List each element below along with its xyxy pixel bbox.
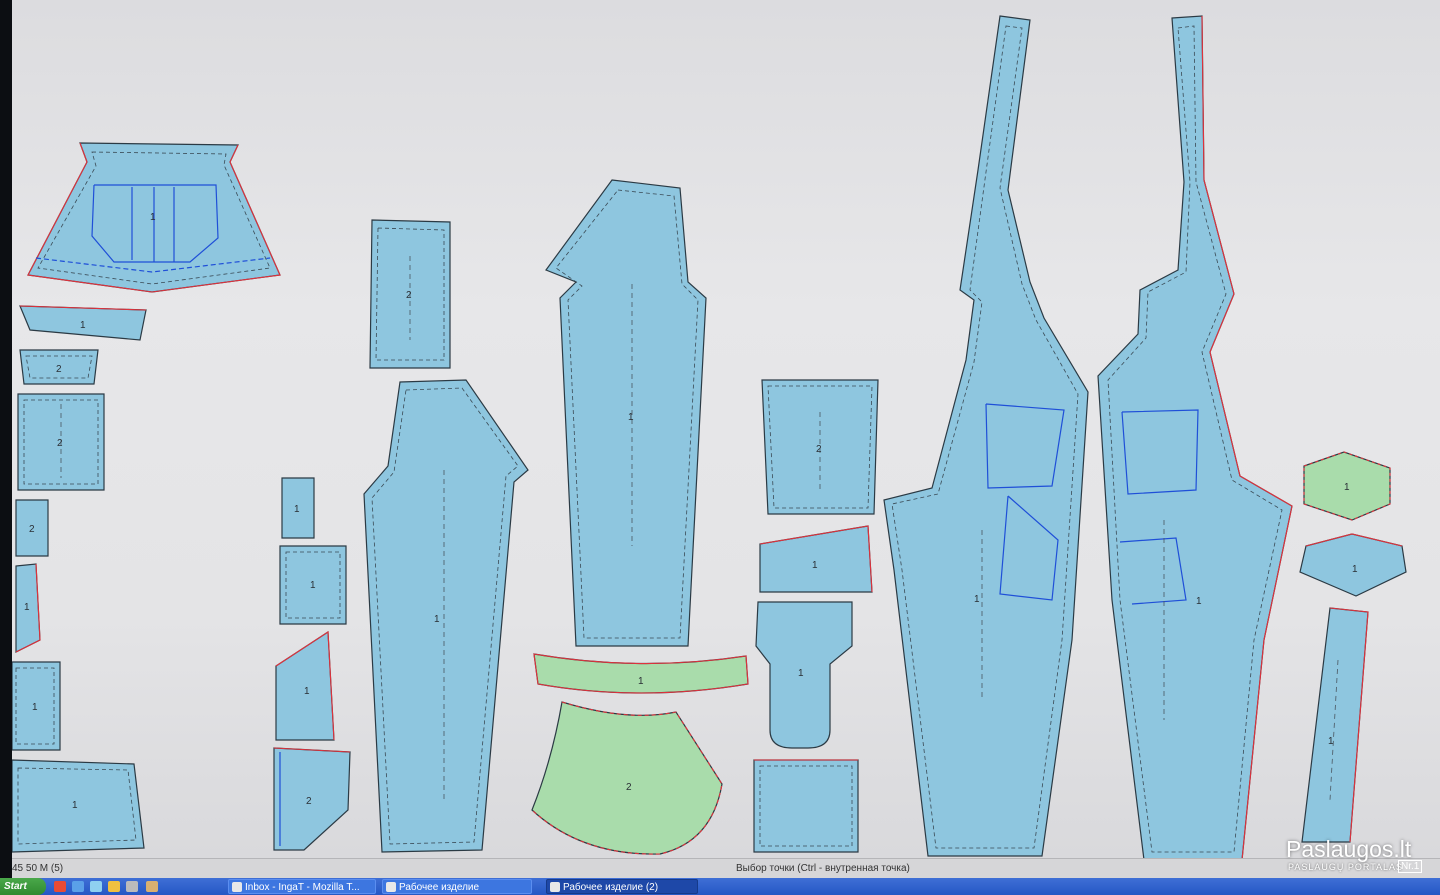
pattern-piece-tiny-1[interactable]: 1 — [281, 477, 315, 539]
mail-icon — [232, 882, 242, 892]
pattern-piece-trap-1[interactable]: 1 — [759, 525, 873, 593]
watermark: Paslaugos.lt PASLAUGŲ PORTALAS Nr.1 — [1286, 836, 1436, 876]
browser-icon[interactable] — [54, 881, 66, 892]
taskbar: Start Inbox - IngaT - Mozilla T... Рабоч… — [0, 878, 1440, 895]
piece-number: 1 — [628, 412, 634, 423]
task-label: Inbox - IngaT - Mozilla T... — [245, 882, 360, 893]
piece-number: 2 — [306, 796, 312, 807]
piece-number: 1 — [812, 560, 818, 571]
pattern-piece-long-strip[interactable]: 1 — [1301, 607, 1369, 843]
pattern-piece-base-1[interactable] — [753, 759, 859, 853]
pattern-piece-front-left[interactable]: 1 — [883, 15, 1089, 857]
watermark-logo: Paslaugos.lt — [1286, 836, 1412, 862]
pattern-piece-hex-blue[interactable]: 1 — [1299, 533, 1407, 597]
piece-number: 1 — [24, 602, 30, 613]
pattern-piece-pocket-bag-2[interactable]: 2 — [761, 379, 879, 515]
pattern-piece-strip-2[interactable]: 2 — [15, 499, 49, 557]
task-button-workpiece[interactable]: Рабочее изделие — [382, 879, 532, 894]
pattern-piece-small-rect-b[interactable]: 2 — [19, 349, 99, 385]
pattern-piece-yoke[interactable]: 1 — [27, 142, 281, 293]
piece-number: 1 — [1344, 482, 1350, 493]
pattern-piece-leg-a[interactable]: 1 — [363, 379, 529, 853]
piece-number: 2 — [56, 364, 62, 375]
pattern-piece-tall-rect-2[interactable]: 2 — [369, 219, 451, 369]
archive-icon[interactable] — [146, 881, 158, 892]
pattern-piece-leg-b[interactable]: 1 — [545, 179, 707, 647]
task-label: Рабочее изделие (2) — [563, 882, 659, 893]
piece-number: 2 — [29, 524, 35, 535]
pattern-piece-sq-1[interactable]: 1 — [279, 545, 347, 625]
folder-icon[interactable] — [108, 881, 120, 892]
pattern-piece-waistband[interactable]: 1 — [533, 653, 749, 694]
pattern-piece-slant-2[interactable]: 2 — [273, 747, 351, 851]
piece-number: 1 — [80, 320, 86, 331]
piece-number: 1 — [1328, 736, 1334, 747]
piece-number: 1 — [32, 702, 38, 713]
piece-number: 1 — [974, 594, 980, 605]
pattern-piece-rect-1[interactable]: 1 — [12, 661, 61, 751]
piece-number: 2 — [626, 782, 632, 793]
pattern-piece-fly-1[interactable]: 1 — [755, 601, 853, 749]
app-icon — [386, 882, 396, 892]
piece-number: 1 — [1352, 564, 1358, 575]
pattern-piece-pocket-2[interactable]: 2 — [17, 393, 105, 491]
watermark-subtitle: PASLAUGŲ PORTALAS — [1288, 862, 1404, 872]
piece-number: 1 — [310, 580, 316, 591]
cad-workspace[interactable]: 1 1 2 2 2 1 1 1 2 1 1 1 2 1 1 1 2 2 1 1 … — [12, 0, 1440, 878]
pattern-piece-slant-1[interactable]: 1 — [275, 630, 335, 741]
task-label: Рабочее изделие — [399, 882, 480, 893]
status-bar: 45 50 M (5) Выбор точки (Ctrl - внутренн… — [12, 858, 1440, 878]
piece-number: 1 — [72, 800, 78, 811]
pattern-piece-small-rect-a[interactable]: 1 — [19, 305, 147, 341]
pattern-piece-strip-1[interactable]: 1 — [15, 563, 41, 653]
explorer-icon[interactable] — [72, 881, 84, 892]
pattern-piece-hex-green[interactable]: 1 — [1303, 451, 1391, 521]
piece-number: 2 — [406, 290, 412, 301]
piece-number: 1 — [150, 212, 156, 223]
piece-number: 1 — [798, 668, 804, 679]
piece-number: 2 — [816, 444, 822, 455]
camera-icon[interactable] — [126, 881, 138, 892]
pattern-canvas[interactable]: 1 1 2 2 2 1 1 1 2 1 1 1 2 1 1 1 2 2 1 1 … — [12, 0, 1440, 878]
status-hint-text: Выбор точки (Ctrl - внутренная точка) — [736, 863, 910, 874]
pattern-piece-front-right[interactable]: 1 — [1097, 15, 1293, 861]
piece-number: 1 — [1196, 596, 1202, 607]
app-icon — [550, 882, 560, 892]
piece-number: 1 — [294, 504, 300, 515]
piece-number: 1 — [638, 676, 644, 687]
piece-number: 2 — [57, 438, 63, 449]
piece-number: 1 — [304, 686, 310, 697]
media-icon[interactable] — [90, 881, 102, 892]
task-button-workpiece-2[interactable]: Рабочее изделие (2) — [546, 879, 698, 894]
pattern-piece-fan-2[interactable]: 2 — [531, 701, 723, 855]
task-button-mail[interactable]: Inbox - IngaT - Mozilla T... — [228, 879, 376, 894]
start-button[interactable]: Start — [0, 878, 46, 895]
status-size-readout: 45 50 M (5) — [12, 863, 64, 874]
watermark-badge: Nr.1 — [1398, 860, 1423, 873]
piece-number: 1 — [434, 614, 440, 625]
pattern-piece-bottom-1[interactable]: 1 — [12, 759, 145, 853]
